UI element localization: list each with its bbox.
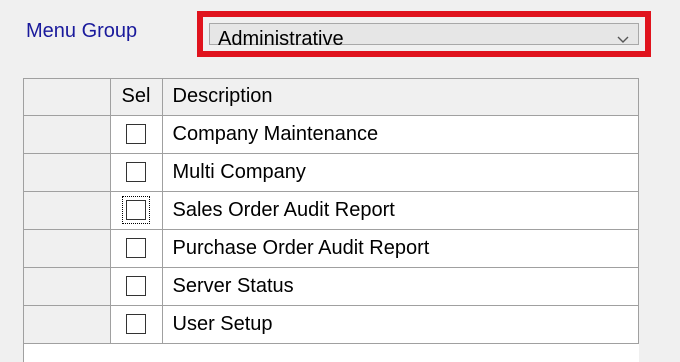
row-header-cell[interactable] xyxy=(24,267,111,306)
description-cell[interactable]: Server Status xyxy=(162,267,639,306)
table-row[interactable]: Server Status xyxy=(24,267,639,306)
menu-group-dropdown[interactable]: Administrative xyxy=(209,23,639,50)
row-checkbox[interactable] xyxy=(126,314,146,335)
description-cell[interactable]: User Setup xyxy=(162,305,639,344)
row-header-cell[interactable] xyxy=(24,153,111,192)
description-cell[interactable]: Sales Order Audit Report xyxy=(162,191,639,230)
menu-group-value: Administrative xyxy=(218,28,344,50)
sel-cell[interactable] xyxy=(110,153,163,192)
corner-header-cell xyxy=(24,79,111,116)
row-header-cell[interactable] xyxy=(24,229,111,268)
chevron-down-icon[interactable] xyxy=(616,33,630,47)
menu-group-label: Menu Group xyxy=(26,20,138,42)
description-cell[interactable]: Company Maintenance xyxy=(162,115,639,154)
row-header-cell[interactable] xyxy=(24,305,111,344)
grid-header-row: Sel Description xyxy=(24,79,639,116)
table-row[interactable]: Company Maintenance xyxy=(24,115,639,154)
sel-cell[interactable] xyxy=(110,191,163,230)
table-row[interactable]: Sales Order Audit Report xyxy=(24,191,639,230)
row-header-cell[interactable] xyxy=(24,115,111,154)
menu-group-highlight: Administrative xyxy=(197,11,651,57)
row-checkbox[interactable] xyxy=(126,162,146,183)
sel-cell[interactable] xyxy=(110,305,163,344)
table-row[interactable]: Purchase Order Audit Report xyxy=(24,229,639,268)
sel-cell[interactable] xyxy=(110,267,163,306)
description-column-header[interactable]: Description xyxy=(162,79,639,116)
row-checkbox[interactable] xyxy=(126,124,146,145)
description-cell[interactable]: Purchase Order Audit Report xyxy=(162,229,639,268)
sel-cell[interactable] xyxy=(110,229,163,268)
sel-column-header[interactable]: Sel xyxy=(110,79,163,116)
row-header-cell[interactable] xyxy=(24,191,111,230)
sel-cell[interactable] xyxy=(110,115,163,154)
table-row[interactable]: Multi Company xyxy=(24,153,639,192)
menu-items-grid: Sel Description Company Maintenance Mult… xyxy=(23,78,639,362)
row-checkbox[interactable] xyxy=(126,238,146,259)
row-checkbox[interactable] xyxy=(126,276,146,297)
description-cell[interactable]: Multi Company xyxy=(162,153,639,192)
row-checkbox[interactable] xyxy=(122,196,150,225)
table-row[interactable]: User Setup xyxy=(24,305,639,344)
